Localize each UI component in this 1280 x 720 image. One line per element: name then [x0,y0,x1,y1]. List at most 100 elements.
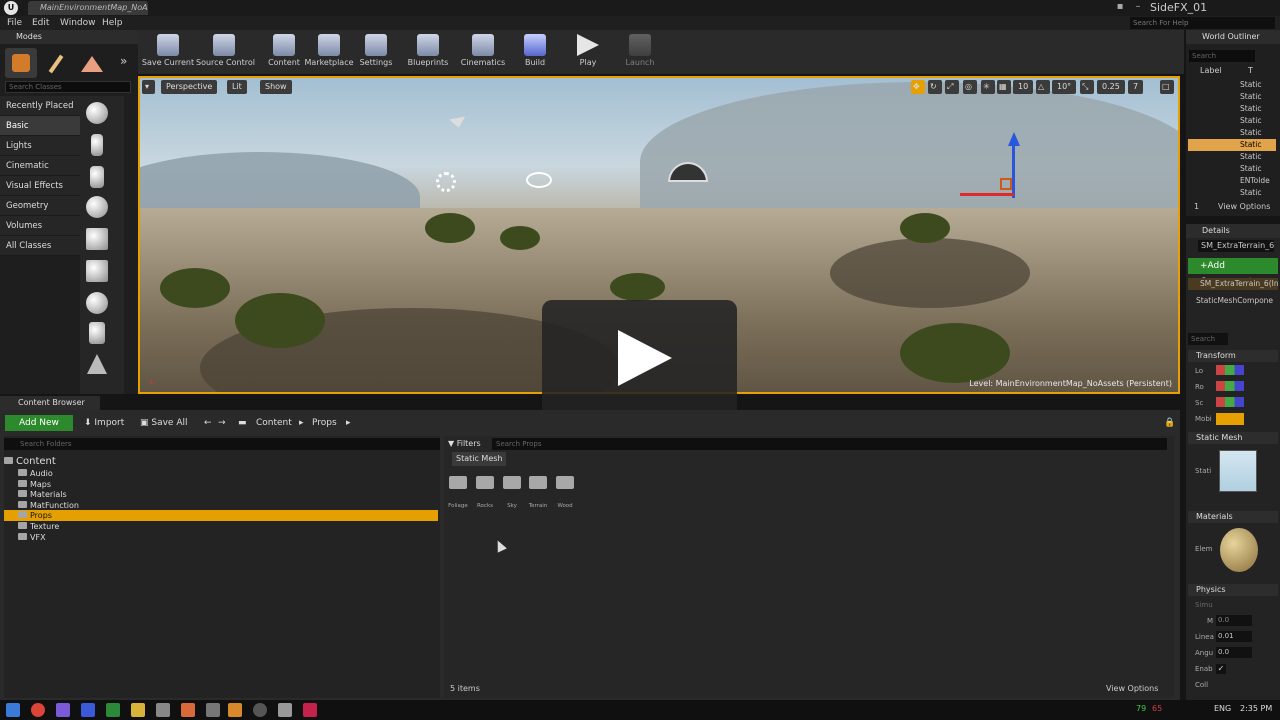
start-icon[interactable] [6,703,20,717]
grid-snap-icon[interactable]: ▦ [997,80,1011,94]
back-arrow-icon[interactable]: ← [204,415,212,431]
angular-damping-input[interactable]: 0.0 [1216,647,1252,658]
category-volumes[interactable]: Volumes [0,216,80,236]
outliner-view-options[interactable]: View Options [1218,202,1270,211]
language-indicator[interactable]: ENG [1214,704,1231,713]
player-start-icon[interactable] [86,228,108,250]
paint-mode-icon[interactable] [40,48,72,78]
add-new-button[interactable]: Add New [5,415,73,431]
folder-path-icon[interactable]: ▬ [238,415,247,431]
rotation-snap-value[interactable]: 10° [1052,80,1077,94]
category-lights[interactable]: Lights [0,136,80,156]
empty-actor-icon[interactable] [86,102,108,124]
camera-speed-value[interactable]: 7 [1128,80,1144,94]
place-mode-icon[interactable] [5,48,37,78]
folder-icon[interactable] [449,476,467,489]
sphere-icon[interactable] [86,292,108,314]
static-mesh-filter-chip[interactable]: Static Mesh [452,452,507,466]
point-light-icon[interactable] [86,196,108,218]
save-current-button[interactable]: Save Current [140,31,196,73]
app-icon-active[interactable] [228,703,242,717]
menu-window[interactable]: Window [60,16,96,30]
filters-button[interactable]: ▼ Filters [448,438,481,450]
component-root[interactable]: SM_ExtraTerrain_6(In [1188,278,1278,290]
folder-icon[interactable] [556,476,574,489]
more-modes-icon[interactable]: » [120,54,127,68]
details-tab[interactable]: Details [1186,224,1280,238]
scale-snap-icon[interactable]: ⤡ [1080,80,1094,94]
cinematics-button[interactable]: Cinematics [455,31,511,73]
help-search-input[interactable]: Search For Help [1130,17,1275,29]
menu-file[interactable]: File [7,16,22,30]
mass-input[interactable]: 0.0 [1216,615,1252,626]
category-basic[interactable]: Basic [0,116,80,136]
rotation-fields[interactable] [1216,381,1244,391]
breadcrumb-content[interactable]: Content [256,415,292,431]
enable-gravity-checkbox[interactable]: ✓ [1216,664,1226,674]
rotation-snap-icon[interactable]: △ [1036,80,1050,94]
gizmo-x-axis[interactable] [960,193,1014,196]
tree-folder-props[interactable]: Props [4,510,438,521]
materials-section[interactable]: Materials [1188,511,1278,523]
launch-button[interactable]: Launch [612,31,668,73]
modes-tab[interactable]: Modes [0,30,138,44]
outliner-row[interactable]: Static [1188,187,1276,199]
app-icon[interactable] [156,703,170,717]
physics-section[interactable]: Physics [1188,584,1278,596]
grid-snap-value[interactable]: 10 [1013,80,1034,94]
mobility-toggle[interactable] [1216,413,1244,425]
app-icon[interactable] [303,703,317,717]
outliner-search-input[interactable]: Search [1189,50,1255,62]
static-mesh-thumbnail[interactable] [1219,450,1257,492]
play-icon[interactable] [618,330,672,386]
save-all-button[interactable]: ▣ Save All [140,415,188,431]
sun-icon[interactable] [436,172,456,192]
scale-mode-icon[interactable]: ⤢ [945,80,959,94]
play-button[interactable]: Play [560,31,616,73]
app-icon[interactable] [81,703,95,717]
folder-icon[interactable] [529,476,547,489]
rotate-mode-icon[interactable]: ↻ [928,80,942,94]
surface-snap-icon[interactable]: ✳ [981,80,995,94]
show-button[interactable]: Show [260,80,292,94]
search-props-input[interactable]: Search Props [492,438,1167,450]
material-thumbnail[interactable] [1220,528,1258,572]
tree-folder-audio[interactable]: Audio [4,468,438,479]
character-icon[interactable] [91,134,103,156]
gizmo-plane-handle[interactable] [1000,178,1012,190]
outliner-folder-row[interactable]: ENTolde [1188,175,1276,187]
minimize-icon[interactable]: – [1130,0,1146,14]
cylinder-icon[interactable] [89,322,105,344]
settings-button[interactable]: Settings [348,31,404,73]
clock[interactable]: 2:35 PM [1240,704,1272,713]
menu-edit[interactable]: Edit [32,16,49,30]
chrome-icon[interactable] [31,703,45,717]
outliner-row[interactable]: Static [1188,151,1276,163]
import-button[interactable]: ⬇ Import [84,415,124,431]
world-space-icon[interactable]: ◎ [963,80,977,94]
lock-icon[interactable]: 🔒 [1164,415,1175,431]
scale-fields[interactable] [1216,397,1244,407]
unreal-taskbar-icon[interactable] [253,703,267,717]
maximize-viewport-icon[interactable]: □ [1160,80,1174,94]
tree-folder-materials[interactable]: Materials [4,489,438,500]
cube-icon[interactable] [86,260,108,282]
tree-folder-vfx[interactable]: VFX [4,532,438,543]
app-icon[interactable] [56,703,70,717]
folder-icon[interactable] [476,476,494,489]
forward-arrow-icon[interactable]: → [218,415,226,431]
category-geometry[interactable]: Geometry [0,196,80,216]
excel-icon[interactable] [106,703,120,717]
view-options-button[interactable]: View Options [1106,684,1158,693]
source-control-button[interactable]: Source Control [196,31,255,73]
breadcrumb-props[interactable]: Props [312,415,337,431]
search-classes-input[interactable]: Search Classes [5,81,131,93]
outliner-row[interactable]: Static [1188,127,1276,139]
transform-section[interactable]: Transform [1188,350,1278,362]
perspective-button[interactable]: Perspective [161,80,218,94]
category-visual-effects[interactable]: Visual Effects [0,176,80,196]
lit-button[interactable]: Lit [227,80,247,94]
explorer-icon[interactable] [131,703,145,717]
gizmo-z-axis[interactable] [1012,138,1015,198]
pawn-icon[interactable] [90,166,104,188]
